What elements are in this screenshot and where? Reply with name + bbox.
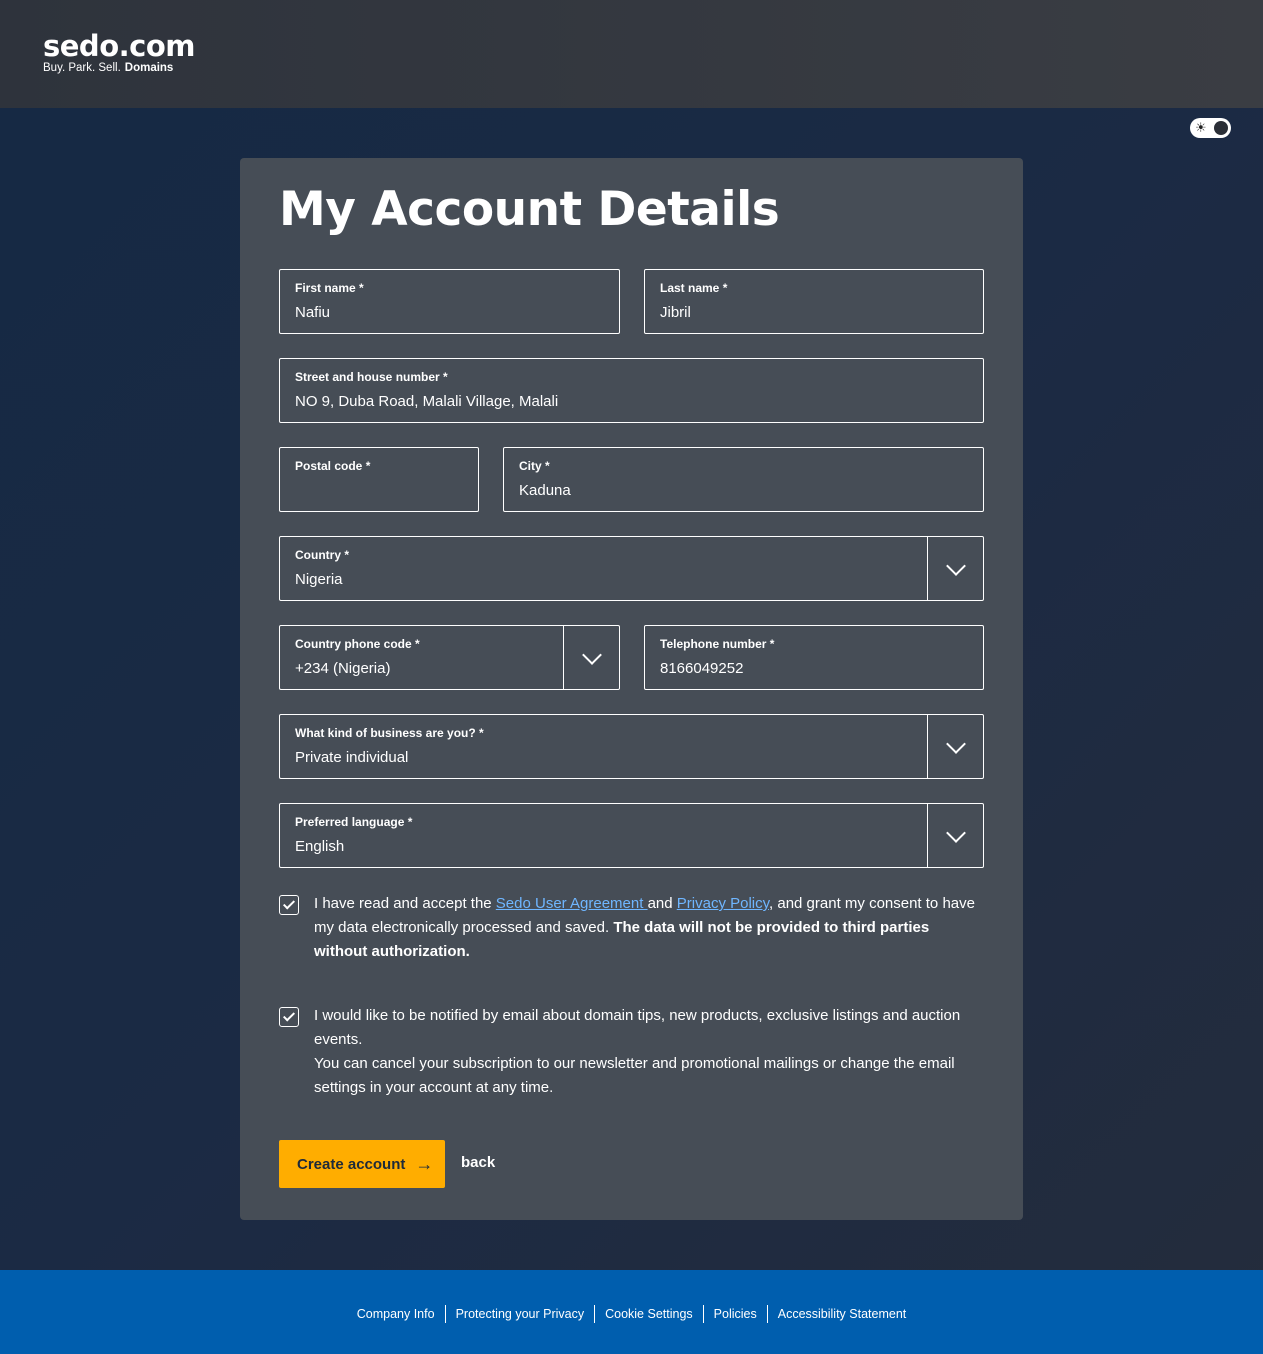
newsletter-text-line-1: I would like to be notified by email abo… (314, 1007, 961, 1048)
country-value: Nigeria (295, 571, 343, 588)
newsletter-checkbox[interactable] (279, 1007, 299, 1027)
arrow-right-icon: → (415, 1154, 434, 1174)
phone-code-value: +234 (Nigeria) (295, 660, 391, 677)
postal-code-field[interactable]: Postal code * (279, 447, 479, 512)
telephone-field[interactable]: Telephone number * 8166049252 (644, 625, 984, 690)
logo-tagline-text: Buy. Park. Sell. (43, 62, 121, 74)
business-type-dropdown-toggle[interactable] (927, 715, 983, 778)
footer-link-cookie-settings[interactable]: Cookie Settings (594, 1305, 703, 1323)
country-select[interactable]: Country * Nigeria (279, 536, 984, 601)
user-agreement-link[interactable]: Sedo User Agreement (496, 895, 648, 912)
agreement-consent-row: I have read and accept the Sedo User Agr… (279, 895, 979, 967)
country-dropdown-toggle[interactable] (927, 537, 983, 600)
telephone-label: Telephone number * (660, 637, 775, 651)
last-name-label: Last name * (660, 281, 728, 295)
agreement-text: I have read and accept the Sedo User Agr… (314, 892, 979, 964)
agreement-text-part: and (647, 895, 677, 912)
create-account-button[interactable]: Create account → (279, 1140, 445, 1188)
privacy-policy-link[interactable]: Privacy Policy (677, 895, 769, 912)
sun-icon: ☀ (1195, 120, 1207, 135)
newsletter-text-line-2: You can cancel your subscription to our … (314, 1055, 955, 1096)
postal-code-label: Postal code * (295, 459, 371, 473)
preferred-language-dropdown-toggle[interactable] (927, 804, 983, 867)
logo-tagline: Buy. Park. Sell. Domains (43, 62, 203, 74)
site-header: sedo.com Buy. Park. Sell. Domains (0, 0, 1263, 108)
phone-code-dropdown-toggle[interactable] (563, 626, 619, 689)
footer-link-company-info[interactable]: Company Info (347, 1305, 445, 1323)
agreement-text-part: I have read and accept the (314, 895, 496, 912)
footer-link-policies[interactable]: Policies (702, 1305, 767, 1323)
footer-link-privacy[interactable]: Protecting your Privacy (444, 1305, 595, 1323)
checkmark-icon (282, 897, 296, 910)
city-value: Kaduna (519, 482, 571, 499)
logo-tagline-bold: Domains (124, 62, 174, 74)
first-name-field[interactable]: First name * Nafiu (279, 269, 620, 334)
street-field[interactable]: Street and house number * NO 9, Duba Roa… (279, 358, 984, 423)
country-label: Country * (295, 548, 349, 562)
preferred-language-value: English (295, 838, 345, 855)
back-link[interactable]: back (461, 1154, 495, 1171)
preferred-language-label: Preferred language * (295, 815, 413, 829)
last-name-value: Jibril (660, 304, 691, 321)
account-details-card: My Account Details First name * Nafiu La… (240, 158, 1023, 1220)
page-title: My Account Details (279, 182, 780, 237)
street-value: NO 9, Duba Road, Malali Village, Malali (295, 393, 559, 410)
sedo-logo[interactable]: sedo.com Buy. Park. Sell. Domains (43, 30, 203, 80)
logo-wordmark: sedo.com (43, 29, 195, 63)
create-account-label: Create account (297, 1155, 406, 1173)
preferred-language-select[interactable]: Preferred language * English (279, 803, 984, 868)
phone-code-label: Country phone code * (295, 637, 420, 651)
chevron-down-icon (945, 733, 966, 754)
street-label: Street and house number * (295, 370, 448, 384)
theme-toggle[interactable]: ☀ (1190, 118, 1231, 138)
business-type-select[interactable]: What kind of business are you? * Private… (279, 714, 984, 779)
newsletter-consent-row: I would like to be notified by email abo… (279, 1007, 979, 1103)
checkmark-icon (282, 1009, 296, 1022)
toggle-knob (1214, 121, 1228, 135)
business-type-value: Private individual (295, 749, 409, 766)
last-name-field[interactable]: Last name * Jibril (644, 269, 984, 334)
footer-links: Company Info Protecting your Privacy Coo… (0, 1305, 1263, 1323)
phone-code-select[interactable]: Country phone code * +234 (Nigeria) (279, 625, 620, 690)
agreement-checkbox[interactable] (279, 895, 299, 915)
chevron-down-icon (945, 555, 966, 576)
telephone-value: 8166049252 (660, 660, 744, 677)
first-name-label: First name * (295, 281, 364, 295)
first-name-value: Nafiu (295, 304, 331, 321)
chevron-down-icon (945, 822, 966, 843)
city-field[interactable]: City * Kaduna (503, 447, 984, 512)
business-type-label: What kind of business are you? * (295, 726, 484, 740)
newsletter-text: I would like to be notified by email abo… (314, 1004, 979, 1100)
site-footer: Company Info Protecting your Privacy Coo… (0, 1270, 1263, 1354)
city-label: City * (519, 459, 550, 473)
footer-link-accessibility[interactable]: Accessibility Statement (766, 1305, 917, 1323)
chevron-down-icon (581, 644, 602, 665)
